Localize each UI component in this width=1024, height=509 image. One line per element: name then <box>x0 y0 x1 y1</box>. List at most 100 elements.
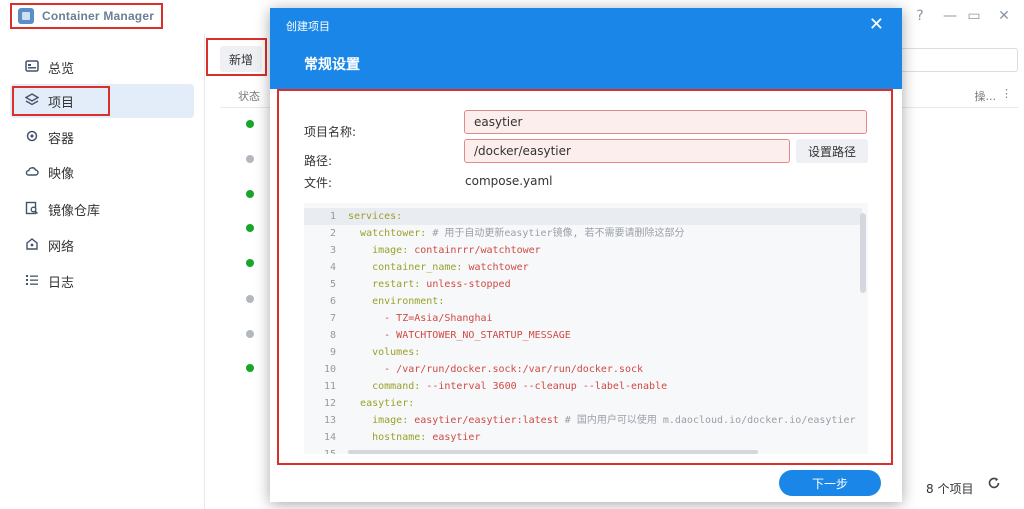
sidebar: 总览 项目 容器 映像 镜像仓库 网络 日志 <box>0 34 205 509</box>
code-text: watchtower: # 用于自动更新easytier镜像, 若不需要请删除这… <box>360 228 685 239</box>
line-number: 2 <box>329 228 336 239</box>
sidebar-item-label: 总览 <box>48 61 75 77</box>
line-number: 15 <box>304 446 336 454</box>
dialog-heading: 常规设置 <box>304 57 360 73</box>
code-line: 10 - /var/run/docker.sock:/var/run/docke… <box>304 361 862 378</box>
line-number: 7 <box>329 313 336 324</box>
sidebar-item-logs[interactable]: 日志 <box>10 264 194 298</box>
gear-icon <box>24 129 40 145</box>
sidebar-item-label: 网络 <box>48 239 75 255</box>
list-icon <box>24 273 40 289</box>
code-text: container_name: watchtower <box>372 262 529 273</box>
close-icon[interactable]: ✕ <box>869 14 884 35</box>
code-line: 3 image: containrrr/watchtower <box>304 242 862 259</box>
code-line: 13 image: easytier/easytier:latest # 国内用… <box>304 412 862 429</box>
maximize-icon[interactable]: ▭ <box>966 8 982 24</box>
path-input[interactable]: /docker/easytier <box>464 139 790 163</box>
status-dot-running <box>246 259 254 267</box>
sidebar-item-network[interactable]: 网络 <box>10 228 194 262</box>
line-number: 14 <box>323 432 336 443</box>
registry-icon <box>24 201 40 217</box>
path-label: 路径: <box>304 154 333 168</box>
container-manager-logo-icon <box>18 8 34 24</box>
status-dot-stopped <box>246 295 254 303</box>
code-text: command: --interval 3600 --cleanup --lab… <box>372 381 668 392</box>
line-number: 3 <box>329 245 336 256</box>
editor-horizontal-scrollbar[interactable] <box>348 450 758 454</box>
line-number: 12 <box>323 398 336 409</box>
sidebar-item-images[interactable]: 映像 <box>10 155 194 189</box>
code-line: 1 services: <box>304 208 862 225</box>
line-number: 4 <box>329 262 336 273</box>
sidebar-item-label: 映像 <box>48 166 75 182</box>
line-number: 11 <box>323 381 336 392</box>
dialog-header: 创建项目 ✕ 常规设置 <box>270 8 902 89</box>
file-label: 文件: <box>304 176 333 190</box>
compose-editor[interactable]: 1 services: 2 watchtower: # 用于自动更新easytier… <box>304 203 868 454</box>
status-dot-running <box>246 364 254 372</box>
code-line: 9 volumes: <box>304 344 862 361</box>
close-window-icon[interactable]: ✕ <box>996 8 1012 24</box>
code-text: image: easytier/easytier:latest # 国内用户可以… <box>372 415 856 426</box>
status-dot-stopped <box>246 155 254 163</box>
column-status[interactable]: 状态 <box>238 88 260 104</box>
code-text: - WATCHTOWER_NO_STARTUP_MESSAGE <box>384 330 571 341</box>
line-number: 5 <box>329 279 336 290</box>
app-title: Container Manager <box>42 9 155 23</box>
code-line: 6 environment: <box>304 293 862 310</box>
code-text: - /var/run/docker.sock:/var/run/docker.s… <box>384 364 644 375</box>
app-title-highlight: Container Manager <box>10 3 163 29</box>
code-line: 4 container_name: watchtower <box>304 259 862 276</box>
next-step-button[interactable]: 下一步 <box>779 470 881 496</box>
column-operations[interactable]: 操... <box>975 88 997 104</box>
app-window: Container Manager ? — ▭ ✕ 总览 项目 容器 映像 镜像… <box>0 0 1024 509</box>
project-name-input[interactable]: easytier <box>464 110 867 134</box>
sidebar-item-registry[interactable]: 镜像仓库 <box>10 192 194 226</box>
projects-highlight <box>12 86 110 116</box>
code-line: 7 - TZ=Asia/Shanghai <box>304 310 862 327</box>
line-number: 13 <box>323 415 336 426</box>
line-number: 1 <box>329 211 336 222</box>
code-line: 5 restart: unless-stopped <box>304 276 862 293</box>
code-line: 8 - WATCHTOWER_NO_STARTUP_MESSAGE <box>304 327 862 344</box>
help-icon[interactable]: ? <box>912 8 928 24</box>
code-text: - TZ=Asia/Shanghai <box>384 313 493 324</box>
status-dot-running <box>246 224 254 232</box>
code-line: 2 watchtower: # 用于自动更新easytier镜像, 若不需要请删… <box>304 225 862 242</box>
line-number: 8 <box>329 330 336 341</box>
code-text: hostname: easytier <box>372 432 481 443</box>
line-number: 9 <box>329 347 336 358</box>
status-dot-running <box>246 190 254 198</box>
network-icon <box>24 237 40 253</box>
code-text: volumes: <box>372 347 421 358</box>
sidebar-item-label: 镜像仓库 <box>48 203 101 219</box>
item-count: 8 个项目 <box>926 482 974 496</box>
code-text: environment: <box>372 296 445 307</box>
code-line: 14 hostname: easytier <box>304 429 862 446</box>
new-project-button[interactable]: 新增 <box>220 46 262 72</box>
sidebar-item-label: 日志 <box>48 275 75 291</box>
editor-scrollbar[interactable] <box>860 213 866 293</box>
code-text: restart: unless-stopped <box>372 279 511 290</box>
sidebar-item-overview[interactable]: 总览 <box>10 50 194 84</box>
set-path-button[interactable]: 设置路径 <box>796 139 868 163</box>
code-line: 12 easytier: <box>304 395 862 412</box>
file-value: compose.yaml <box>465 174 553 188</box>
minimize-icon[interactable]: — <box>942 8 958 24</box>
code-text: easytier: <box>360 398 415 409</box>
line-number: 10 <box>323 364 336 375</box>
refresh-icon[interactable] <box>987 476 1001 494</box>
dashboard-icon <box>24 59 40 75</box>
create-project-dialog: 创建项目 ✕ 常规设置 项目名称: easytier 路径: /docker/e… <box>270 8 902 502</box>
code-text: image: containrrr/watchtower <box>372 245 541 256</box>
code-text: services: <box>348 211 403 222</box>
column-more-icon[interactable]: ⋮ <box>1001 87 1012 100</box>
sidebar-item-containers[interactable]: 容器 <box>10 120 194 154</box>
search-input[interactable] <box>900 48 1018 72</box>
sidebar-item-label: 容器 <box>48 131 75 147</box>
project-name-label: 项目名称: <box>304 125 357 139</box>
status-dot-running <box>246 120 254 128</box>
cloud-icon <box>24 164 40 180</box>
code-line: 11 command: --interval 3600 --cleanup --… <box>304 378 862 395</box>
line-number: 6 <box>329 296 336 307</box>
